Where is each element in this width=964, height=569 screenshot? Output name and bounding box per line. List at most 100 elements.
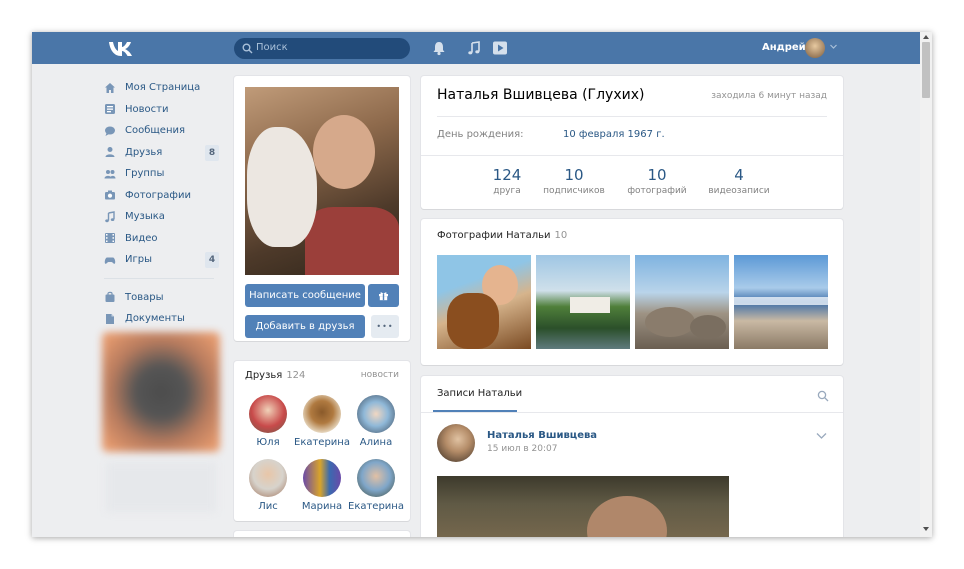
friend-item[interactable]: Екатерина [293, 395, 351, 448]
counter-value: 10 [647, 166, 667, 184]
top-bar: Поиск Андрей [32, 32, 920, 64]
counter-value: 10 [564, 166, 584, 184]
photos-card: Фотографии Натальи 10 [421, 219, 843, 365]
gift-button[interactable] [368, 284, 399, 307]
user-avatar[interactable] [805, 38, 825, 58]
friend-avatar [357, 459, 395, 497]
nav-item-photos[interactable]: Фотографии [104, 185, 222, 207]
messages-icon [105, 126, 115, 136]
search-icon [242, 43, 253, 54]
photos-count: 10 [554, 230, 568, 241]
nav-divider [104, 277, 214, 279]
advertisement-footer [106, 462, 216, 512]
profile-photo-face [313, 115, 375, 189]
document-icon [106, 313, 114, 324]
advertisement-block[interactable] [102, 332, 220, 452]
friend-avatar [357, 395, 395, 433]
search-box[interactable]: Поиск [234, 38, 410, 59]
profile-card: Написать сообщение Добавить в друзья ••• [234, 76, 410, 341]
friends-news-link[interactable]: новости [361, 370, 399, 380]
photos-header[interactable]: Фотографии Натальи 10 [437, 230, 567, 241]
friends-header[interactable]: Друзья 124 [245, 370, 305, 381]
counter-label: подписчиков [543, 186, 605, 196]
nav-item-music[interactable]: Музыка [104, 206, 222, 228]
gamepad-icon [104, 257, 116, 264]
profile-photo[interactable] [245, 87, 399, 275]
more-dots-icon: ••• [376, 322, 394, 331]
search-placeholder: Поиск [256, 42, 288, 53]
friends-count-badge: 8 [205, 144, 219, 161]
friend-avatar [303, 395, 341, 433]
scroll-thumb[interactable] [922, 42, 930, 98]
info-divider [437, 116, 827, 117]
add-friend-button[interactable]: Добавить в друзья [245, 315, 365, 338]
chevron-down-icon[interactable] [816, 432, 827, 440]
profile-photo-dog [247, 127, 317, 247]
wall-tab[interactable]: Записи Натальи [437, 388, 522, 399]
friend-name: Екатерина [294, 437, 350, 448]
friend-name: Екатерина [348, 501, 404, 512]
counter-videos[interactable]: 4 видеозаписи [704, 166, 774, 196]
video-icon [105, 233, 115, 244]
scroll-up-arrow-icon[interactable] [922, 34, 930, 40]
friend-avatar [249, 395, 287, 433]
bag-icon [105, 292, 115, 303]
counters-divider [421, 155, 843, 156]
nav-item-goods[interactable]: Товары [104, 287, 222, 309]
friend-name: Марина [301, 501, 343, 512]
profile-info-card: Наталья Вшивцева (Глухих) заходила 6 мин… [421, 76, 843, 209]
friend-avatar [303, 459, 341, 497]
play-icon[interactable] [492, 40, 508, 56]
friend-item[interactable]: Алина [347, 395, 405, 448]
nav-item-video[interactable]: Видео [104, 228, 222, 250]
profile-name: Наталья Вшивцева (Глухих) [437, 87, 645, 103]
friends-title: Друзья [245, 370, 283, 381]
photo-thumb[interactable] [536, 255, 630, 349]
nav-item-games[interactable]: Игры 4 [104, 249, 222, 271]
nav-item-my-page[interactable]: Моя Страница [104, 77, 222, 99]
search-icon[interactable] [817, 390, 829, 402]
counter-photos[interactable]: 10 фотографий [622, 166, 692, 196]
photo-thumb[interactable] [734, 255, 828, 349]
friends-count: 124 [286, 370, 306, 381]
chevron-down-icon[interactable] [829, 42, 838, 51]
user-name[interactable]: Андрей [762, 42, 806, 53]
next-card-edge [234, 531, 410, 537]
post-author-name[interactable]: Наталья Вшивцева [487, 430, 597, 441]
photo-thumb[interactable] [437, 255, 531, 349]
nav-item-news[interactable]: Новости [104, 99, 222, 121]
friend-item[interactable]: Марина [293, 459, 351, 512]
counter-value: 4 [734, 166, 744, 184]
nav-item-groups[interactable]: Группы [104, 163, 222, 185]
nav-item-friends[interactable]: Друзья 8 [104, 142, 222, 164]
friend-name: Юля [256, 437, 280, 448]
counter-label: фотографий [627, 186, 687, 196]
friend-avatar [249, 459, 287, 497]
counter-label: друга [493, 186, 521, 196]
nav-item-messages[interactable]: Сообщения [104, 120, 222, 142]
post-image[interactable] [437, 476, 729, 537]
birthday-value[interactable]: 10 февраля 1967 г. [563, 129, 665, 140]
wall-divider [421, 412, 843, 413]
friends-icon [105, 147, 115, 158]
friend-item[interactable]: Лис [239, 459, 297, 512]
news-icon [105, 104, 115, 115]
photo-thumb[interactable] [635, 255, 729, 349]
music-note-icon[interactable] [466, 40, 482, 56]
nav-item-documents[interactable]: Документы [104, 308, 222, 330]
counter-label: видеозаписи [708, 186, 770, 196]
vk-logo-icon[interactable] [108, 39, 134, 57]
counter-followers[interactable]: 10 подписчиков [539, 166, 609, 196]
bell-icon[interactable] [431, 40, 447, 56]
post-author-avatar[interactable] [437, 424, 475, 462]
friend-item[interactable]: Екатерина [347, 459, 405, 512]
friend-item[interactable]: Юля [239, 395, 297, 448]
scrollbar[interactable] [920, 32, 932, 537]
scroll-down-arrow-icon[interactable] [922, 526, 930, 532]
more-actions-button[interactable]: ••• [371, 315, 399, 338]
gift-icon [379, 292, 388, 301]
write-message-button[interactable]: Написать сообщение [245, 284, 365, 307]
photos-title: Фотографии Натальи [437, 230, 551, 241]
post-date[interactable]: 15 июл в 20:07 [487, 444, 557, 454]
counter-friends[interactable]: 124 друга [472, 166, 542, 196]
